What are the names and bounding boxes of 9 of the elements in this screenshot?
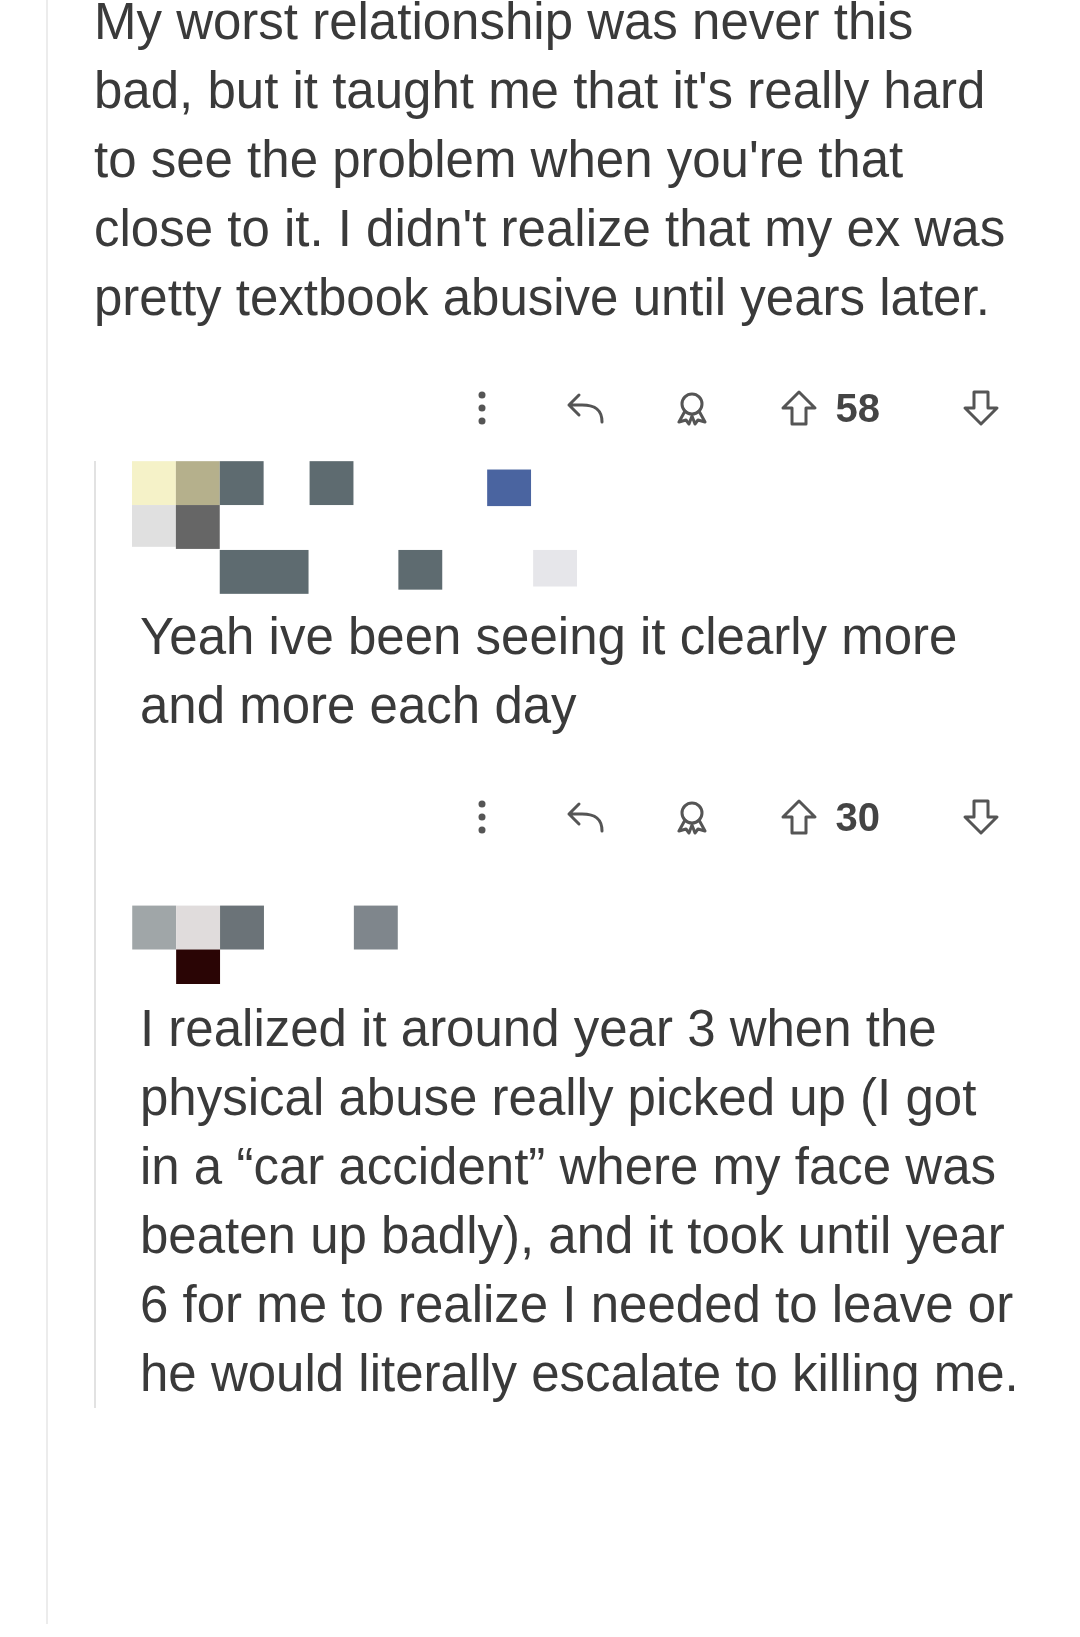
comment-text: My worst relationship was never this bad, but it taught me that it's really hard to see the problem when you're that close to it. I didn't realize that my ex was pretty textbook abusive until years later. bbox=[93, 0, 1007, 328]
downvote-icon[interactable] bbox=[962, 389, 1000, 427]
vote-count: 30 bbox=[835, 794, 880, 840]
vote-count: 58 bbox=[835, 385, 880, 431]
comment-text: Yeah ive been seeing it clearly more and more each day bbox=[140, 607, 959, 736]
upvote-icon[interactable] bbox=[779, 798, 818, 836]
comment-text: I realized it around year 3 when the physical abuse really picked up (I got in a “car accident” where my face was beaten up badly), and it took until year 6 for me to realize I needed to leave or he would literally escalate to killing me. bbox=[140, 999, 1020, 1404]
upvote-icon[interactable] bbox=[779, 389, 818, 427]
downvote-icon[interactable] bbox=[962, 798, 1000, 836]
